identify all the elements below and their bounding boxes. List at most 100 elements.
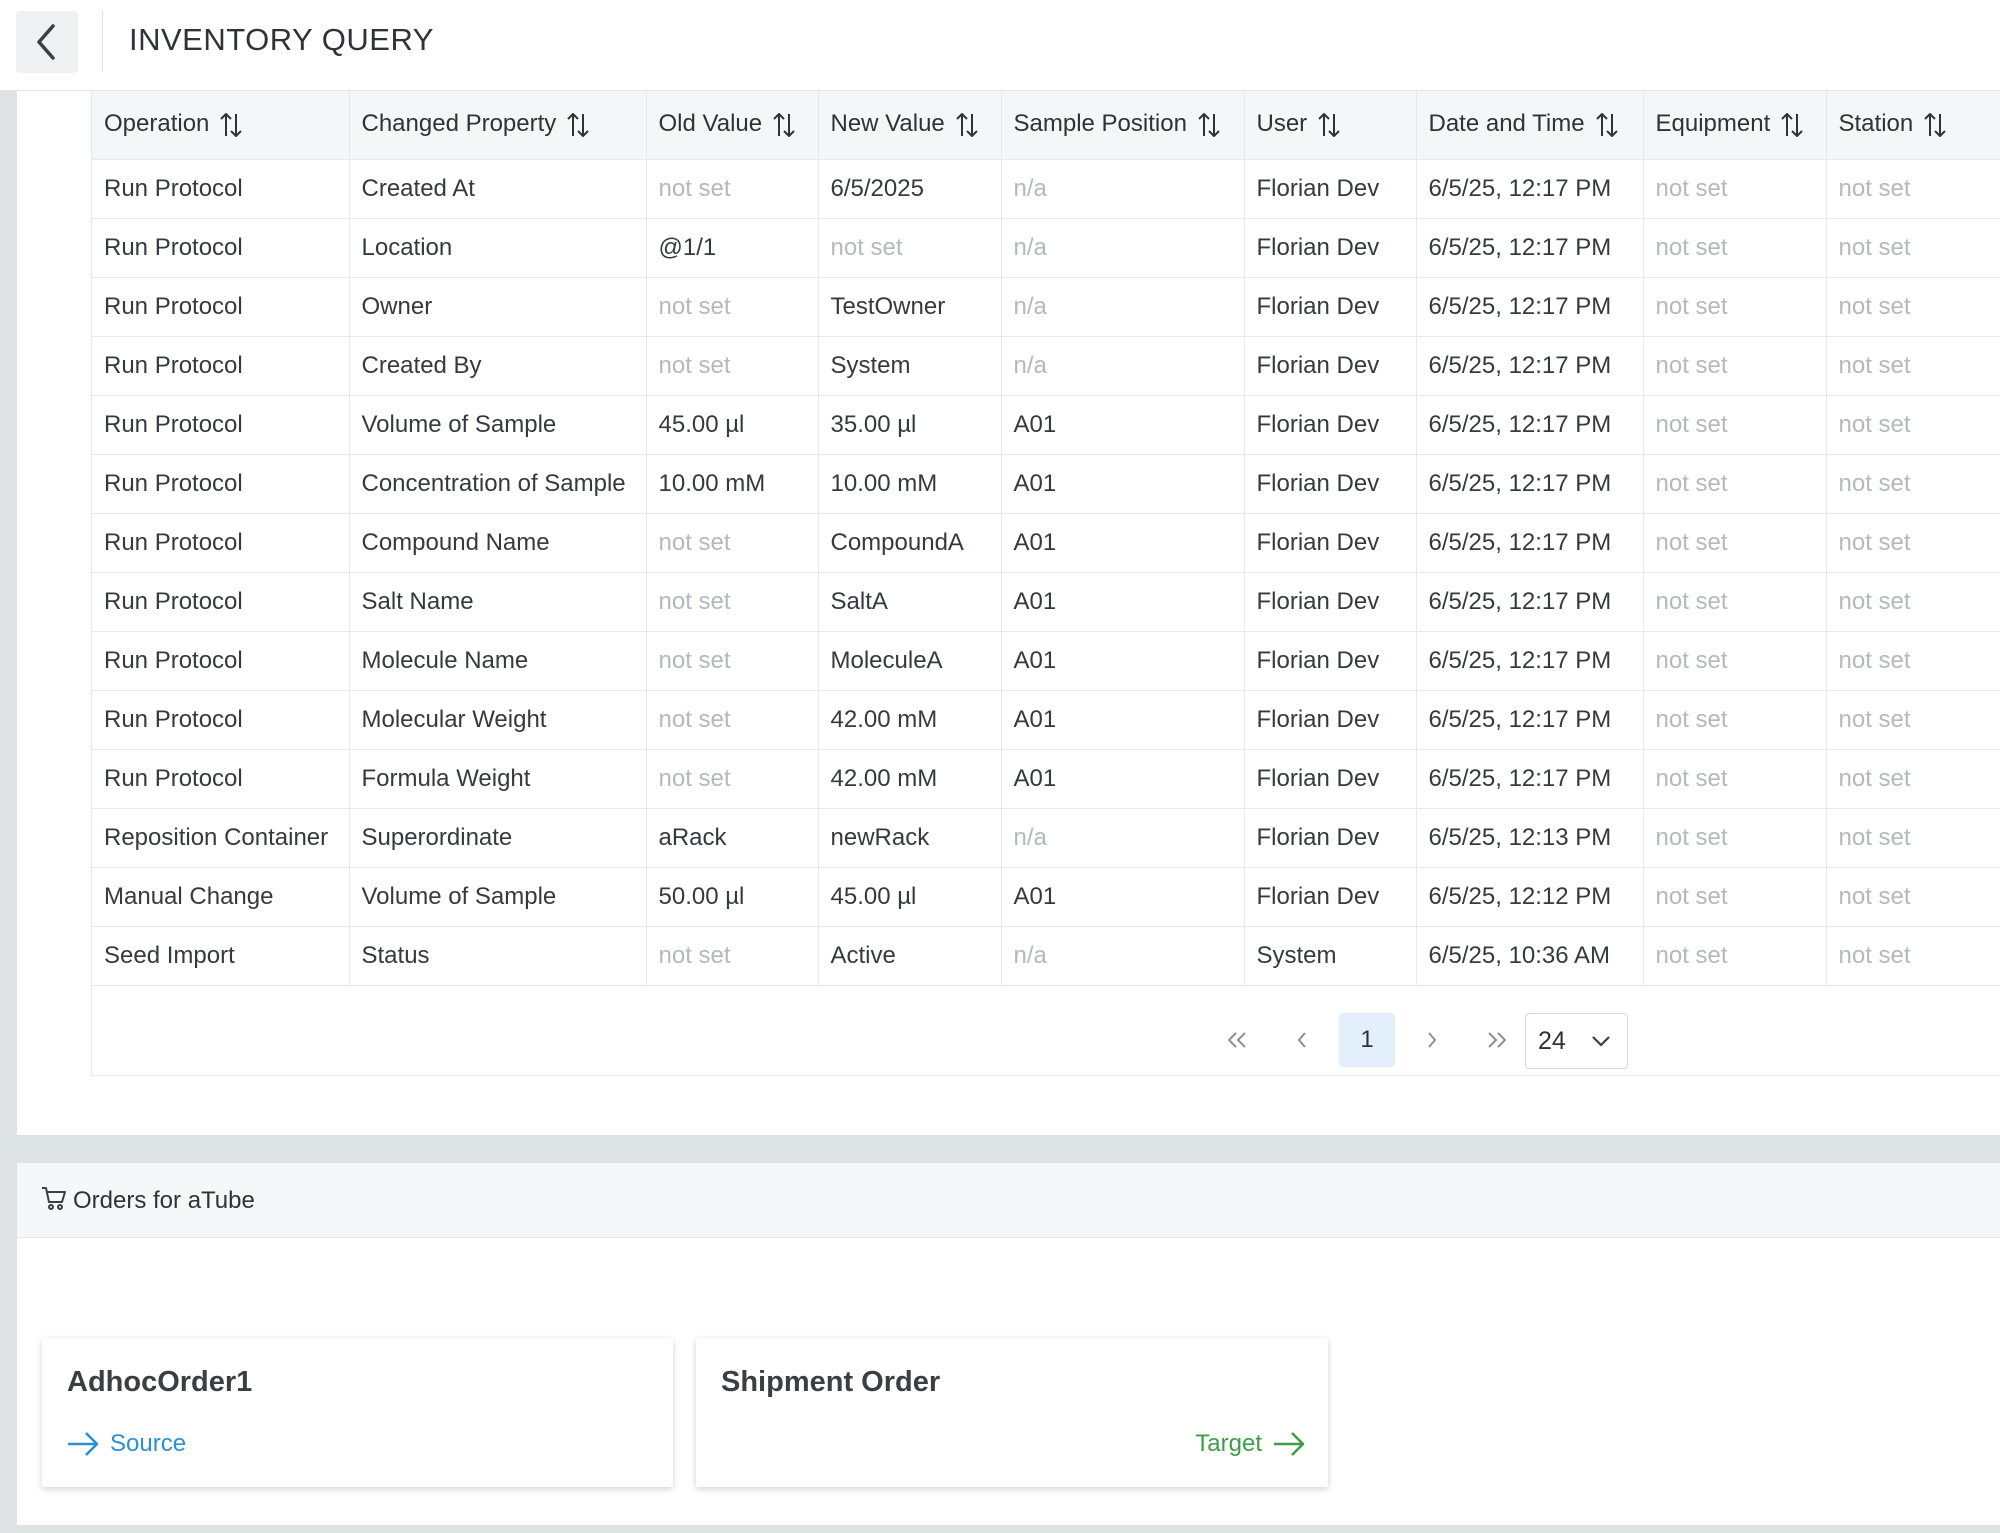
column-header[interactable]: Old Value xyxy=(646,91,819,160)
table-cell: A01 xyxy=(1001,395,1245,455)
orders-title: Orders for aTube xyxy=(73,1187,255,1214)
back-button[interactable] xyxy=(16,11,78,73)
sort-icon[interactable] xyxy=(1317,111,1341,139)
table-row[interactable]: Manual Change Volume of Sample 50.00 µl 45.… xyxy=(92,867,2000,927)
table-cell: Created At xyxy=(349,159,647,219)
table-row[interactable]: Seed Import Status not set Active n/a System 6… xyxy=(92,926,2000,986)
column-header[interactable]: Date and Time xyxy=(1416,91,1644,160)
table-cell: Florian Dev xyxy=(1244,690,1417,750)
table-cell: n/a xyxy=(1001,336,1245,396)
table-cell: 6/5/25, 12:17 PM xyxy=(1416,454,1644,514)
table-cell: Run Protocol xyxy=(92,749,350,809)
last-page-button[interactable] xyxy=(1469,1013,1525,1067)
table-row[interactable]: Reposition Container Superordinate aRack ne… xyxy=(92,808,2000,868)
table-row[interactable]: Run Protocol Salt Name not set SaltA A01 Flor… xyxy=(92,572,2000,632)
table-cell: Location xyxy=(349,218,647,278)
table-cell: not set xyxy=(646,277,819,337)
order-card-shipment[interactable]: Shipment Order Target xyxy=(696,1338,1328,1487)
table-row[interactable]: Run Protocol Created At not set 6/5/2025 n/a… xyxy=(92,159,2000,219)
table-cell: Florian Dev xyxy=(1244,572,1417,632)
table-cell: 42.00 mM xyxy=(818,690,1002,750)
order-role-target: Target xyxy=(1195,1430,1306,1458)
first-page-icon xyxy=(1227,1032,1246,1048)
sort-icon[interactable] xyxy=(1197,111,1221,139)
column-header[interactable]: Sample Position xyxy=(1001,91,1245,160)
table-cell: Florian Dev xyxy=(1244,808,1417,868)
table-row[interactable]: Run Protocol Location @1/1 not set n/a Floria… xyxy=(92,218,2000,278)
sort-icon[interactable] xyxy=(1595,111,1619,139)
table-cell: Run Protocol xyxy=(92,513,350,573)
table-cell: Run Protocol xyxy=(92,395,350,455)
table-cell: aRack xyxy=(646,808,819,868)
table-cell: Florian Dev xyxy=(1244,395,1417,455)
sort-icon[interactable] xyxy=(955,111,979,139)
table-cell: TestOwner xyxy=(818,277,1002,337)
table-cell: Reposition Container xyxy=(92,808,350,868)
first-page-button[interactable] xyxy=(1209,1013,1265,1067)
table-cell: not set xyxy=(1643,749,1827,809)
table-cell: Owner xyxy=(349,277,647,337)
column-header[interactable]: Operation xyxy=(92,91,350,160)
table-cell: not set xyxy=(1643,572,1827,632)
table-cell: not set xyxy=(1643,277,1827,337)
table-cell: not set xyxy=(1643,395,1827,455)
page-size-select[interactable]: 24 xyxy=(1525,1013,1628,1069)
column-header-label: Operation xyxy=(104,110,210,138)
table-cell: Florian Dev xyxy=(1244,513,1417,573)
table-cell: not set xyxy=(1826,808,2000,868)
back-icon xyxy=(37,24,55,60)
table-cell: SaltA xyxy=(818,572,1002,632)
table-cell: not set xyxy=(646,513,819,573)
column-header-label: Station xyxy=(1838,110,1914,138)
table-row[interactable]: Run Protocol Created By not set System n/a Fl… xyxy=(92,336,2000,396)
table-cell: 6/5/25, 12:17 PM xyxy=(1416,336,1644,396)
table-cell: not set xyxy=(646,572,819,632)
column-header[interactable]: Station xyxy=(1826,91,2000,160)
table-cell: 6/5/25, 12:17 PM xyxy=(1416,513,1644,573)
cart-icon xyxy=(42,1187,66,1210)
column-header[interactable]: Changed Property xyxy=(349,91,647,160)
sort-icon[interactable] xyxy=(1780,111,1804,139)
table-row[interactable]: Run Protocol Owner not set TestOwner n/a Flor… xyxy=(92,277,2000,337)
sort-icon[interactable] xyxy=(219,111,243,139)
table-cell: Run Protocol xyxy=(92,690,350,750)
prev-page-button[interactable] xyxy=(1274,1013,1330,1067)
table-row[interactable]: Run Protocol Compound Name not set Compound… xyxy=(92,513,2000,573)
chevron-down-icon xyxy=(1592,1036,1610,1047)
table-cell: 6/5/25, 12:17 PM xyxy=(1416,159,1644,219)
table-cell: n/a xyxy=(1001,277,1245,337)
table-cell: CompoundA xyxy=(818,513,1002,573)
history-panel: Operation Changed Property Old Value New Va… xyxy=(17,91,2000,1135)
table-row[interactable]: Run Protocol Concentration of Sample 10.00… xyxy=(92,454,2000,514)
arrow-right-icon xyxy=(1274,1432,1305,1456)
table-cell: not set xyxy=(1826,218,2000,278)
table-cell: not set xyxy=(1826,926,2000,986)
page-title: INVENTORY QUERY xyxy=(129,22,434,57)
table-cell: Run Protocol xyxy=(92,631,350,691)
column-header[interactable]: Equipment xyxy=(1643,91,1827,160)
table-row[interactable]: Run Protocol Volume of Sample 45.00 µl 35.0… xyxy=(92,395,2000,455)
next-page-button[interactable] xyxy=(1404,1013,1460,1067)
table-cell: not set xyxy=(1826,277,2000,337)
sort-icon[interactable] xyxy=(566,111,590,139)
order-card-adhoc[interactable]: AdhocOrder1 Source xyxy=(42,1338,673,1487)
table-cell: Superordinate xyxy=(349,808,647,868)
column-header[interactable]: User xyxy=(1244,91,1417,160)
table-cell: not set xyxy=(1643,159,1827,219)
table-row[interactable]: Run Protocol Molecule Name not set Molecule… xyxy=(92,631,2000,691)
table-row[interactable]: Run Protocol Molecular Weight not set 42.00… xyxy=(92,690,2000,750)
table-cell: 45.00 µl xyxy=(818,867,1002,927)
table-cell: A01 xyxy=(1001,867,1245,927)
sort-icon[interactable] xyxy=(1923,111,1947,139)
sort-icon[interactable] xyxy=(772,111,796,139)
table-cell: not set xyxy=(646,631,819,691)
table-cell: Formula Weight xyxy=(349,749,647,809)
table-cell: not set xyxy=(1826,159,2000,219)
column-header-label: Changed Property xyxy=(361,110,557,138)
table-cell: 6/5/25, 10:36 AM xyxy=(1416,926,1644,986)
table-row[interactable]: Run Protocol Formula Weight not set 42.00 m… xyxy=(92,749,2000,809)
table-cell: 6/5/25, 12:17 PM xyxy=(1416,631,1644,691)
page-1-button[interactable]: 1 xyxy=(1339,1013,1395,1067)
table-cell: not set xyxy=(1826,395,2000,455)
column-header[interactable]: New Value xyxy=(818,91,1002,160)
